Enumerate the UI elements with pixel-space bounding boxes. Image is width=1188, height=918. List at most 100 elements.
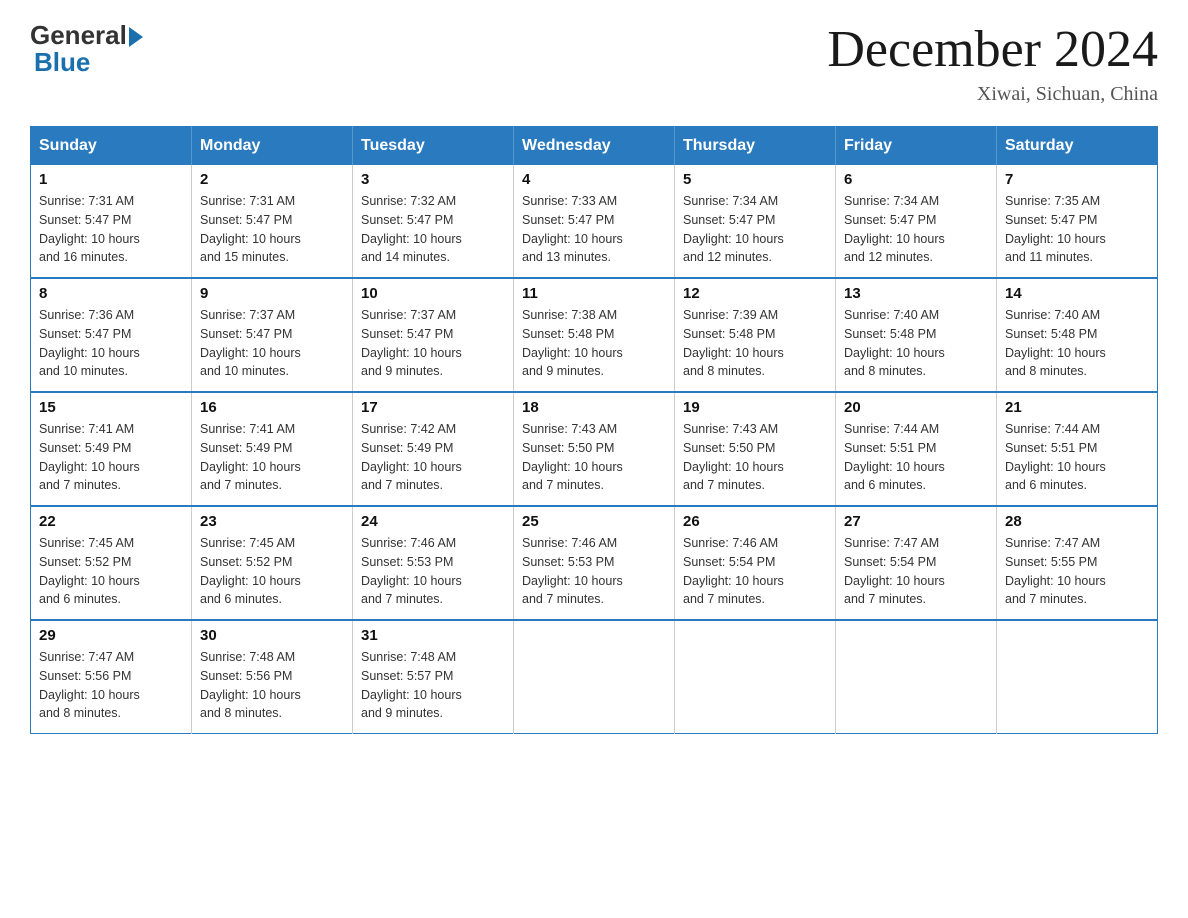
day-info: Sunrise: 7:42 AMSunset: 5:49 PMDaylight:…	[361, 420, 505, 495]
calendar-cell: 19Sunrise: 7:43 AMSunset: 5:50 PMDayligh…	[675, 392, 836, 506]
day-info: Sunrise: 7:47 AMSunset: 5:54 PMDaylight:…	[844, 534, 988, 609]
calendar-cell	[514, 620, 675, 734]
calendar-cell: 5Sunrise: 7:34 AMSunset: 5:47 PMDaylight…	[675, 165, 836, 278]
calendar-cell: 6Sunrise: 7:34 AMSunset: 5:47 PMDaylight…	[836, 165, 997, 278]
calendar-cell: 24Sunrise: 7:46 AMSunset: 5:53 PMDayligh…	[353, 506, 514, 620]
calendar-cell: 14 Sunrise: 7:40 AMSunset: 5:48 PMDayligh…	[997, 278, 1158, 392]
calendar-week-row: 29 Sunrise: 7:47 AMSunset: 5:56 PMDayligh…	[31, 620, 1158, 734]
day-number: 25	[522, 513, 666, 530]
logo-triangle-icon	[129, 27, 143, 47]
day-number: 14	[1005, 285, 1149, 302]
day-header-sunday: Sunday	[31, 127, 192, 166]
calendar-week-row: 1 Sunrise: 7:31 AMSunset: 5:47 PMDaylight…	[31, 165, 1158, 278]
calendar-cell: 26 Sunrise: 7:46 AMSunset: 5:54 PMDayligh…	[675, 506, 836, 620]
day-number: 20	[844, 399, 988, 416]
day-info: Sunrise: 7:37 AMSunset: 5:47 PMDaylight:…	[361, 306, 505, 381]
calendar-cell	[836, 620, 997, 734]
day-number: 5	[683, 171, 827, 188]
day-info: Sunrise: 7:47 AMSunset: 5:55 PMDaylight:…	[1005, 534, 1149, 609]
day-info: Sunrise: 7:41 AMSunset: 5:49 PMDaylight:…	[200, 420, 344, 495]
day-number: 15	[39, 399, 183, 416]
calendar-cell: 25 Sunrise: 7:46 AMSunset: 5:53 PMDayligh…	[514, 506, 675, 620]
calendar-cell: 12 Sunrise: 7:39 AMSunset: 5:48 PMDayligh…	[675, 278, 836, 392]
day-number: 21	[1005, 399, 1149, 416]
calendar-cell: 18 Sunrise: 7:43 AMSunset: 5:50 PMDayligh…	[514, 392, 675, 506]
calendar-cell: 10 Sunrise: 7:37 AMSunset: 5:47 PMDayligh…	[353, 278, 514, 392]
day-number: 17	[361, 399, 505, 416]
day-info: Sunrise: 7:47 AMSunset: 5:56 PMDaylight:…	[39, 648, 183, 723]
day-number: 1	[39, 171, 183, 188]
day-info: Sunrise: 7:45 AMSunset: 5:52 PMDaylight:…	[200, 534, 344, 609]
day-info: Sunrise: 7:36 AMSunset: 5:47 PMDaylight:…	[39, 306, 183, 381]
day-info: Sunrise: 7:43 AMSunset: 5:50 PMDaylight:…	[522, 420, 666, 495]
day-info: Sunrise: 7:40 AMSunset: 5:48 PMDaylight:…	[844, 306, 988, 381]
day-info: Sunrise: 7:33 AMSunset: 5:47 PMDaylight:…	[522, 192, 666, 267]
calendar-cell	[675, 620, 836, 734]
calendar-header: SundayMondayTuesdayWednesdayThursdayFrid…	[31, 127, 1158, 166]
calendar-cell: 8 Sunrise: 7:36 AMSunset: 5:47 PMDaylight…	[31, 278, 192, 392]
day-header-monday: Monday	[192, 127, 353, 166]
calendar-week-row: 8 Sunrise: 7:36 AMSunset: 5:47 PMDaylight…	[31, 278, 1158, 392]
day-header-wednesday: Wednesday	[514, 127, 675, 166]
day-info: Sunrise: 7:31 AMSunset: 5:47 PMDaylight:…	[39, 192, 183, 267]
day-info: Sunrise: 7:37 AMSunset: 5:47 PMDaylight:…	[200, 306, 344, 381]
day-number: 10	[361, 285, 505, 302]
page-header: General Blue December 2024 Xiwai, Sichua…	[30, 20, 1158, 106]
day-info: Sunrise: 7:48 AMSunset: 5:57 PMDaylight:…	[361, 648, 505, 723]
day-info: Sunrise: 7:39 AMSunset: 5:48 PMDaylight:…	[683, 306, 827, 381]
day-info: Sunrise: 7:46 AMSunset: 5:53 PMDaylight:…	[522, 534, 666, 609]
day-info: Sunrise: 7:45 AMSunset: 5:52 PMDaylight:…	[39, 534, 183, 609]
title-section: December 2024 Xiwai, Sichuan, China	[827, 20, 1158, 106]
calendar-cell: 22Sunrise: 7:45 AMSunset: 5:52 PMDayligh…	[31, 506, 192, 620]
calendar-cell: 29 Sunrise: 7:47 AMSunset: 5:56 PMDayligh…	[31, 620, 192, 734]
day-number: 28	[1005, 513, 1149, 530]
day-number: 6	[844, 171, 988, 188]
calendar-cell: 1 Sunrise: 7:31 AMSunset: 5:47 PMDaylight…	[31, 165, 192, 278]
calendar-cell: 30 Sunrise: 7:48 AMSunset: 5:56 PMDayligh…	[192, 620, 353, 734]
day-number: 2	[200, 171, 344, 188]
day-number: 27	[844, 513, 988, 530]
day-info: Sunrise: 7:40 AMSunset: 5:48 PMDaylight:…	[1005, 306, 1149, 381]
day-header-thursday: Thursday	[675, 127, 836, 166]
location-text: Xiwai, Sichuan, China	[827, 83, 1158, 106]
calendar-cell: 9 Sunrise: 7:37 AMSunset: 5:47 PMDaylight…	[192, 278, 353, 392]
calendar-cell: 7Sunrise: 7:35 AMSunset: 5:47 PMDaylight…	[997, 165, 1158, 278]
day-number: 4	[522, 171, 666, 188]
day-number: 19	[683, 399, 827, 416]
calendar-week-row: 15 Sunrise: 7:41 AMSunset: 5:49 PMDayligh…	[31, 392, 1158, 506]
calendar-cell: 13 Sunrise: 7:40 AMSunset: 5:48 PMDayligh…	[836, 278, 997, 392]
calendar-cell: 28 Sunrise: 7:47 AMSunset: 5:55 PMDayligh…	[997, 506, 1158, 620]
day-info: Sunrise: 7:46 AMSunset: 5:54 PMDaylight:…	[683, 534, 827, 609]
calendar-cell: 21 Sunrise: 7:44 AMSunset: 5:51 PMDayligh…	[997, 392, 1158, 506]
day-number: 11	[522, 285, 666, 302]
logo-blue-text: Blue	[30, 47, 90, 78]
day-number: 18	[522, 399, 666, 416]
calendar-cell: 2Sunrise: 7:31 AMSunset: 5:47 PMDaylight…	[192, 165, 353, 278]
day-number: 13	[844, 285, 988, 302]
day-number: 26	[683, 513, 827, 530]
calendar-cell: 17 Sunrise: 7:42 AMSunset: 5:49 PMDayligh…	[353, 392, 514, 506]
day-headers-row: SundayMondayTuesdayWednesdayThursdayFrid…	[31, 127, 1158, 166]
day-header-saturday: Saturday	[997, 127, 1158, 166]
day-number: 30	[200, 627, 344, 644]
day-number: 8	[39, 285, 183, 302]
day-number: 9	[200, 285, 344, 302]
month-title: December 2024	[827, 20, 1158, 79]
day-number: 7	[1005, 171, 1149, 188]
day-number: 3	[361, 171, 505, 188]
day-info: Sunrise: 7:41 AMSunset: 5:49 PMDaylight:…	[39, 420, 183, 495]
day-info: Sunrise: 7:44 AMSunset: 5:51 PMDaylight:…	[844, 420, 988, 495]
calendar-cell: 11 Sunrise: 7:38 AMSunset: 5:48 PMDayligh…	[514, 278, 675, 392]
day-header-tuesday: Tuesday	[353, 127, 514, 166]
day-number: 29	[39, 627, 183, 644]
calendar-cell: 4 Sunrise: 7:33 AMSunset: 5:47 PMDaylight…	[514, 165, 675, 278]
day-info: Sunrise: 7:44 AMSunset: 5:51 PMDaylight:…	[1005, 420, 1149, 495]
day-info: Sunrise: 7:32 AMSunset: 5:47 PMDaylight:…	[361, 192, 505, 267]
day-number: 24	[361, 513, 505, 530]
day-number: 12	[683, 285, 827, 302]
day-info: Sunrise: 7:38 AMSunset: 5:48 PMDaylight:…	[522, 306, 666, 381]
day-header-friday: Friday	[836, 127, 997, 166]
calendar-cell: 20 Sunrise: 7:44 AMSunset: 5:51 PMDayligh…	[836, 392, 997, 506]
calendar-cell: 3 Sunrise: 7:32 AMSunset: 5:47 PMDaylight…	[353, 165, 514, 278]
day-info: Sunrise: 7:48 AMSunset: 5:56 PMDaylight:…	[200, 648, 344, 723]
